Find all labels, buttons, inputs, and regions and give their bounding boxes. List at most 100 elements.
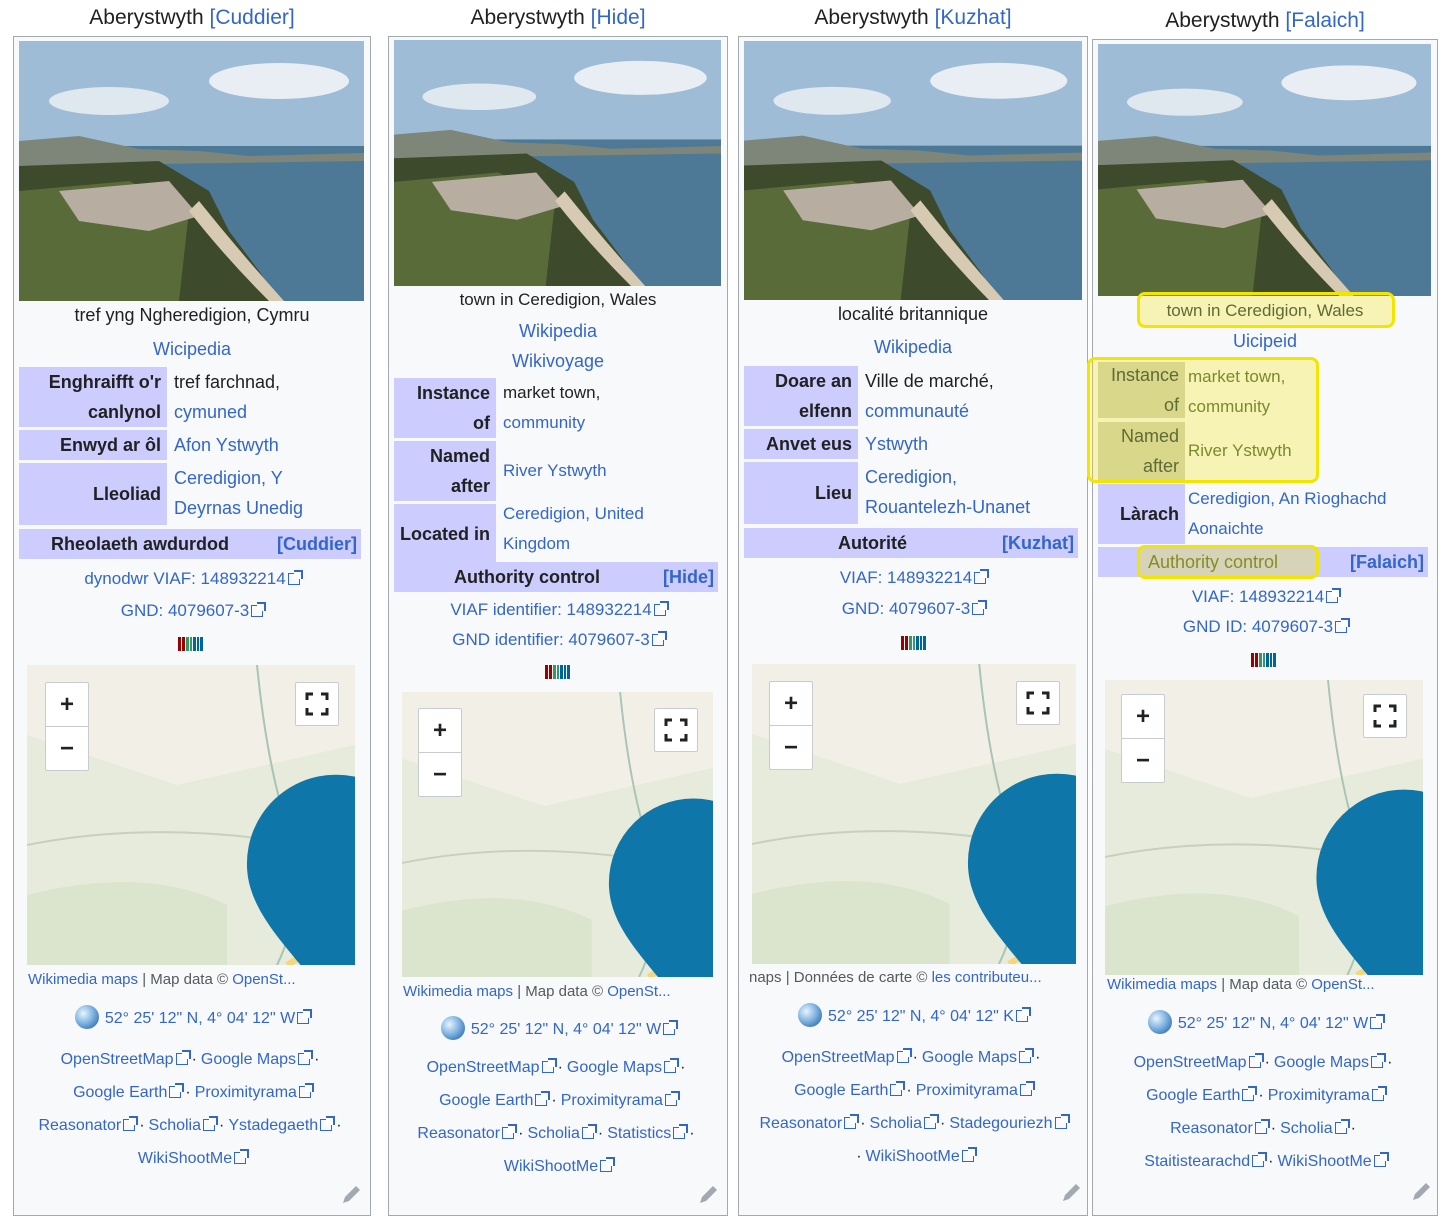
fullscreen-button[interactable] xyxy=(1016,681,1060,725)
hide-toggle[interactable]: [Falaich] xyxy=(1285,9,1364,32)
coastal-town-photo xyxy=(394,40,721,286)
zoom-in-button[interactable]: + xyxy=(46,683,88,726)
gnd-id[interactable]: GND ID: 4079607-3 xyxy=(1093,617,1437,637)
link-google-maps[interactable]: Google Maps xyxy=(922,1049,1017,1066)
property-value[interactable]: River Ystwyth xyxy=(1188,436,1292,466)
wiki-link-2[interactable]: Wikivoyage xyxy=(389,351,727,372)
link-google-maps[interactable]: Google Maps xyxy=(201,1051,296,1068)
wiki-link-1[interactable]: Uicipeid xyxy=(1093,331,1437,352)
description: town in Ceredigion, Wales xyxy=(1166,301,1364,320)
link-openstreetmap[interactable]: OpenStreetMap xyxy=(427,1059,540,1076)
link-wikishootme[interactable]: WikiShootMe xyxy=(1277,1153,1371,1170)
fullscreen-icon xyxy=(664,718,688,742)
viaf-id[interactable]: VIAF: 148932214 xyxy=(739,568,1087,588)
coordinates[interactable]: 52° 25' 12" N, 4° 04' 12" W xyxy=(14,1005,370,1029)
coordinates[interactable]: 52° 25' 12" N, 4° 04' 12" W xyxy=(1093,1010,1437,1034)
property-value[interactable]: market town, community xyxy=(503,378,600,438)
zoom-out-button[interactable]: − xyxy=(419,752,461,796)
edit-pencil-icon[interactable] xyxy=(1059,1181,1083,1205)
external-link-icon xyxy=(320,1116,336,1131)
viaf-id[interactable]: VIAF: 148932214 xyxy=(1093,587,1437,607)
link-scholia[interactable]: Scholia xyxy=(527,1125,579,1142)
link-wikishootme[interactable]: WikiShootMe xyxy=(866,1148,960,1165)
gnd-id[interactable]: GND: 4079607-3 xyxy=(14,601,370,621)
authority-toggle[interactable]: [Kuzhat] xyxy=(1002,528,1074,558)
zoom-in-button[interactable]: + xyxy=(770,682,812,725)
wiki-link-1[interactable]: Wikipedia xyxy=(739,337,1087,358)
authority-toggle[interactable]: [Hide] xyxy=(663,562,714,592)
hide-toggle[interactable]: [Cuddier] xyxy=(210,6,295,29)
property-value[interactable]: market town, community xyxy=(1188,362,1285,422)
property-value[interactable]: Ystwyth xyxy=(865,429,928,459)
location-map[interactable]: + − xyxy=(1105,680,1423,975)
link-statistics[interactable]: Ystadegaeth xyxy=(228,1117,318,1134)
gnd-id[interactable]: GND identifier: 4079607-3 xyxy=(389,630,727,650)
location-map[interactable]: + − xyxy=(752,664,1076,964)
link-proximityrama[interactable]: Proximityrama xyxy=(916,1082,1018,1099)
wikidata-logo-icon xyxy=(1251,653,1276,667)
coordinates[interactable]: 52° 25' 12" N, 4° 04' 12" K xyxy=(739,1003,1087,1027)
link-google-maps[interactable]: Google Maps xyxy=(567,1059,662,1076)
link-google-earth[interactable]: Google Earth xyxy=(73,1084,167,1101)
edit-pencil-icon[interactable] xyxy=(339,1183,363,1207)
infobox-title: Aberystwyth [Kuzhat] xyxy=(814,6,1012,29)
fullscreen-button[interactable] xyxy=(654,708,698,752)
link-scholia[interactable]: Scholia xyxy=(1280,1120,1332,1137)
link-openstreetmap[interactable]: OpenStreetMap xyxy=(61,1051,174,1068)
gnd-id[interactable]: GND: 4079607-3 xyxy=(739,599,1087,619)
zoom-in-button[interactable]: + xyxy=(1122,695,1164,738)
link-google-earth[interactable]: Google Earth xyxy=(794,1082,888,1099)
property-value[interactable]: Ceredigion, Rouantelezh-Unanet xyxy=(865,462,1030,522)
link-wikishootme[interactable]: WikiShootMe xyxy=(504,1158,598,1175)
external-link-icon xyxy=(1242,1086,1258,1101)
authority-toggle[interactable]: [Cuddier] xyxy=(277,529,357,559)
viaf-id[interactable]: dynodwr VIAF: 148932214 xyxy=(14,569,370,589)
link-reasonator[interactable]: Reasonator xyxy=(759,1115,842,1132)
link-reasonator[interactable]: Reasonator xyxy=(38,1117,121,1134)
link-reasonator[interactable]: Reasonator xyxy=(1170,1120,1253,1137)
link-statistics[interactable]: Staitistearachd xyxy=(1144,1153,1250,1170)
link-openstreetmap[interactable]: OpenStreetMap xyxy=(782,1049,895,1066)
link-openstreetmap[interactable]: OpenStreetMap xyxy=(1134,1054,1247,1071)
coordinates[interactable]: 52° 25' 12" N, 4° 04' 12" W xyxy=(389,1016,727,1040)
map-attribution: naps | Données de carte © les contribute… xyxy=(749,969,1042,986)
link-reasonator[interactable]: Reasonator xyxy=(417,1125,500,1142)
zoom-out-button[interactable]: − xyxy=(1122,738,1164,782)
zoom-out-button[interactable]: − xyxy=(46,726,88,770)
link-proximityrama[interactable]: Proximityrama xyxy=(195,1084,297,1101)
fullscreen-button[interactable] xyxy=(1363,694,1407,738)
hide-toggle[interactable]: [Kuzhat] xyxy=(935,6,1012,29)
property-value[interactable]: Ville de marché, communauté xyxy=(865,366,994,426)
link-statistics[interactable]: Stadegouriezh xyxy=(949,1115,1052,1132)
external-link-icon xyxy=(297,1009,313,1024)
edit-pencil-icon[interactable] xyxy=(1409,1180,1433,1204)
location-map[interactable]: + − xyxy=(27,665,355,965)
property-value[interactable]: tref farchnad, cymuned xyxy=(174,367,280,427)
property-value[interactable]: Ceredigion, United Kingdom xyxy=(503,499,644,559)
property-value[interactable]: Ceredigion, Y Deyrnas Unedig xyxy=(174,463,303,523)
zoom-out-button[interactable]: − xyxy=(770,725,812,769)
property-value[interactable]: River Ystwyth xyxy=(503,456,607,486)
authority-toggle[interactable]: [Falaich] xyxy=(1350,547,1424,577)
wiki-link-1[interactable]: Wicipedia xyxy=(14,339,370,360)
location-map[interactable]: + − xyxy=(402,692,713,977)
link-google-earth[interactable]: Google Earth xyxy=(1146,1087,1240,1104)
link-statistics[interactable]: Statistics xyxy=(607,1125,671,1142)
external-link-icon xyxy=(663,1020,679,1035)
fullscreen-button[interactable] xyxy=(295,682,339,726)
link-scholia[interactable]: Scholia xyxy=(870,1115,922,1132)
link-google-maps[interactable]: Google Maps xyxy=(1274,1054,1369,1071)
link-proximityrama[interactable]: Proximityrama xyxy=(1268,1087,1370,1104)
wiki-link-1[interactable]: Wikipedia xyxy=(389,321,727,342)
edit-pencil-icon[interactable] xyxy=(696,1183,720,1207)
external-link-icon xyxy=(287,570,303,585)
hide-toggle[interactable]: [Hide] xyxy=(591,6,646,29)
link-proximityrama[interactable]: Proximityrama xyxy=(561,1092,663,1109)
property-value[interactable]: Afon Ystwyth xyxy=(174,430,279,460)
viaf-id[interactable]: VIAF identifier: 148932214 xyxy=(389,600,727,620)
link-wikishootme[interactable]: WikiShootMe xyxy=(138,1150,232,1167)
zoom-in-button[interactable]: + xyxy=(419,709,461,752)
property-value[interactable]: Ceredigion, An Rìoghachd Aonaichte xyxy=(1188,484,1386,544)
link-google-earth[interactable]: Google Earth xyxy=(439,1092,533,1109)
link-scholia[interactable]: Scholia xyxy=(149,1117,201,1134)
